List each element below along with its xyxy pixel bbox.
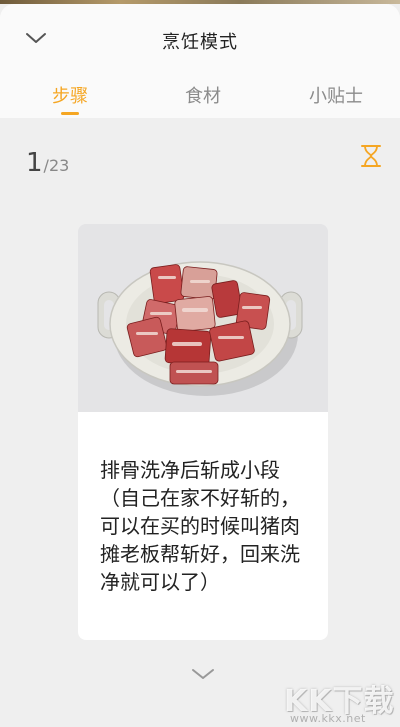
step-card: 排骨洗净后斩成小段（自己在家不好斩的，可以在买的时候叫猪肉摊老板帮斩好，回来洗净… (78, 224, 328, 640)
tab-ingredients[interactable]: 食材 (153, 82, 253, 108)
step-current: 1 (26, 148, 43, 178)
tab-active-indicator (61, 112, 79, 115)
step-photo (78, 224, 328, 412)
page-title: 烹饪模式 (162, 32, 238, 53)
step-description: 排骨洗净后斩成小段（自己在家不好斩的，可以在买的时候叫猪肉摊老板帮斩好，回来洗净… (100, 458, 300, 594)
step-counter: 1 /23 (26, 148, 69, 178)
tab-steps[interactable]: 步骤 (20, 82, 120, 108)
step-total: /23 (43, 156, 70, 175)
timer-button[interactable] (360, 144, 382, 168)
hourglass-icon (361, 145, 381, 167)
watermark: KK下载 www.kkx.net (284, 676, 396, 725)
tab-bar: 步骤 食材 小贴士 (0, 78, 400, 118)
header: 烹饪模式 步骤 食材 小贴士 (0, 4, 400, 118)
next-step-button[interactable] (189, 664, 217, 684)
chevron-down-icon (192, 669, 214, 679)
tab-tips[interactable]: 小贴士 (286, 82, 386, 108)
watermark-url: www.kkx.net (290, 712, 366, 725)
